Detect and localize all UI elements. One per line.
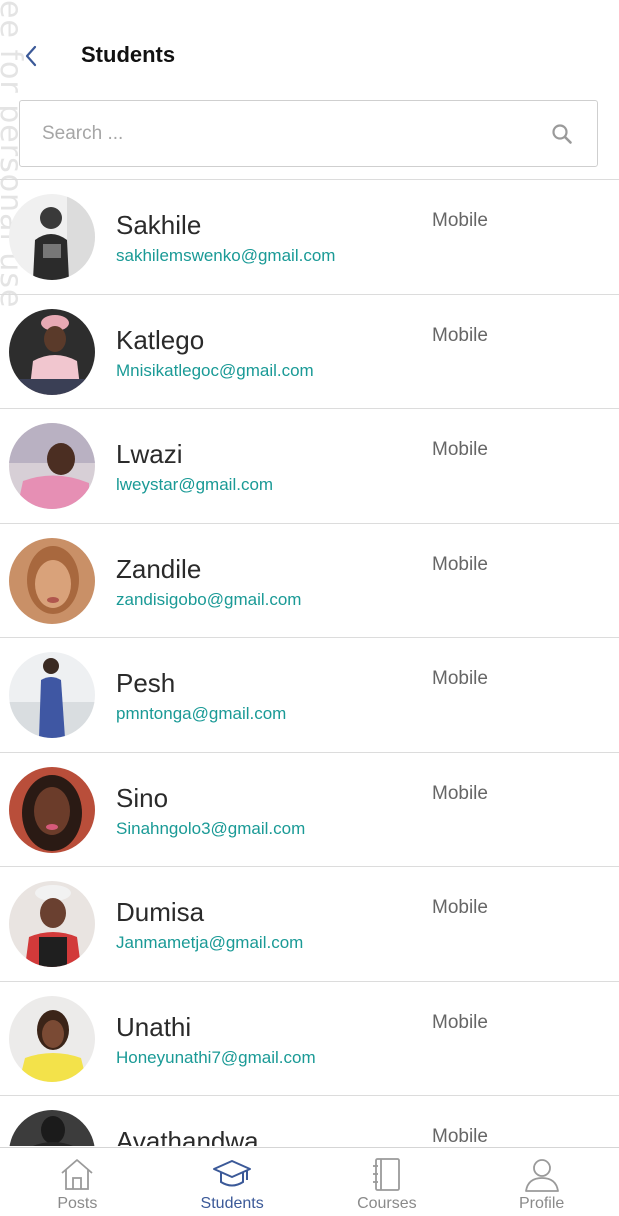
student-email: zandisigobo@gmail.com — [116, 589, 302, 609]
home-icon — [61, 1159, 93, 1190]
student-name: Sakhile — [116, 210, 202, 240]
student-type: Mobile — [432, 553, 488, 575]
avatar — [9, 537, 95, 624]
student-type: Mobile — [432, 1011, 488, 1033]
student-row-pesh[interactable]: Pesh pmntonga@gmail.com Mobile — [0, 638, 619, 753]
back-button[interactable] — [18, 40, 44, 72]
student-row-unathi[interactable]: Unathi Honeyunathi7@gmail.com Mobile — [0, 982, 619, 1096]
student-type: Mobile — [432, 1126, 488, 1146]
tab-label: Courses — [357, 1195, 417, 1212]
student-email: pmntonga@gmail.com — [116, 704, 287, 723]
student-name: Unathi — [116, 1011, 192, 1042]
tab-label: Students — [200, 1195, 264, 1212]
student-name: Katlego — [116, 324, 205, 355]
avatar — [9, 995, 95, 1082]
student-type: Mobile — [432, 668, 488, 689]
student-name: Pesh — [116, 668, 176, 698]
search-bar — [19, 100, 598, 167]
avatar — [9, 423, 95, 509]
student-type: Mobile — [432, 324, 488, 346]
avatar — [9, 194, 95, 280]
student-row-sino[interactable]: Sino Sinahngolo3@gmail.com Mobile — [0, 753, 619, 867]
search-icon[interactable] — [549, 121, 575, 147]
avatar — [9, 652, 95, 738]
student-email: sakhilemswenko@gmail.com — [116, 246, 336, 265]
student-row-lwazi[interactable]: Lwazi lweystar@gmail.com Mobile — [0, 409, 619, 524]
student-type: Mobile — [432, 897, 488, 918]
student-row-dumisa[interactable]: Dumisa Janmametja@gmail.com Mobile — [0, 867, 619, 982]
student-email: Sinahngolo3@gmail.com — [116, 818, 306, 838]
tab-label: Posts — [57, 1195, 98, 1212]
bottom-tab-bar: Posts Students Courses Profile — [0, 1147, 619, 1216]
avatar — [9, 766, 95, 853]
tab-label: Profile — [518, 1195, 565, 1212]
student-name: Avathandwa — [116, 1126, 259, 1146]
student-type: Mobile — [432, 210, 488, 231]
student-email: lweystar@gmail.com — [116, 475, 274, 494]
avatar — [9, 1110, 95, 1146]
student-row-katlego[interactable]: Katlego Mnisikatlegoc@gmail.com Mobile — [0, 295, 619, 409]
student-name: Zandile — [116, 553, 202, 584]
tab-posts[interactable]: Posts — [0, 1148, 155, 1216]
avatar — [9, 308, 95, 395]
student-type: Mobile — [432, 439, 488, 460]
student-email: Janmametja@gmail.com — [116, 933, 304, 952]
student-row-avathandwa[interactable]: Avathandwa Mobile — [0, 1096, 619, 1146]
student-name: Lwazi — [116, 439, 183, 469]
avatar — [9, 881, 95, 967]
page-title: Students — [81, 42, 176, 67]
student-type: Mobile — [432, 782, 488, 804]
chevron-left-icon — [25, 45, 37, 67]
tab-courses[interactable]: Courses — [310, 1148, 465, 1216]
student-row-zandile[interactable]: Zandile zandisigobo@gmail.com Mobile — [0, 524, 619, 638]
student-row-sakhile[interactable]: Sakhile sakhilemswenko@gmail.com Mobile — [0, 180, 619, 295]
app-header: Students — [0, 0, 619, 100]
person-icon — [524, 1159, 559, 1192]
student-name: Sino — [116, 782, 169, 813]
graduation-cap-icon — [213, 1160, 252, 1187]
student-name: Dumisa — [116, 897, 205, 927]
student-list: Sakhile sakhilemswenko@gmail.com Mobile … — [0, 179, 619, 1146]
tab-profile[interactable]: Profile — [464, 1148, 619, 1216]
student-email: Honeyunathi7@gmail.com — [116, 1047, 316, 1067]
notebook-icon — [372, 1158, 400, 1191]
tab-students[interactable]: Students — [155, 1148, 310, 1216]
search-input[interactable] — [20, 101, 549, 166]
student-email: Mnisikatlegoc@gmail.com — [116, 360, 314, 380]
